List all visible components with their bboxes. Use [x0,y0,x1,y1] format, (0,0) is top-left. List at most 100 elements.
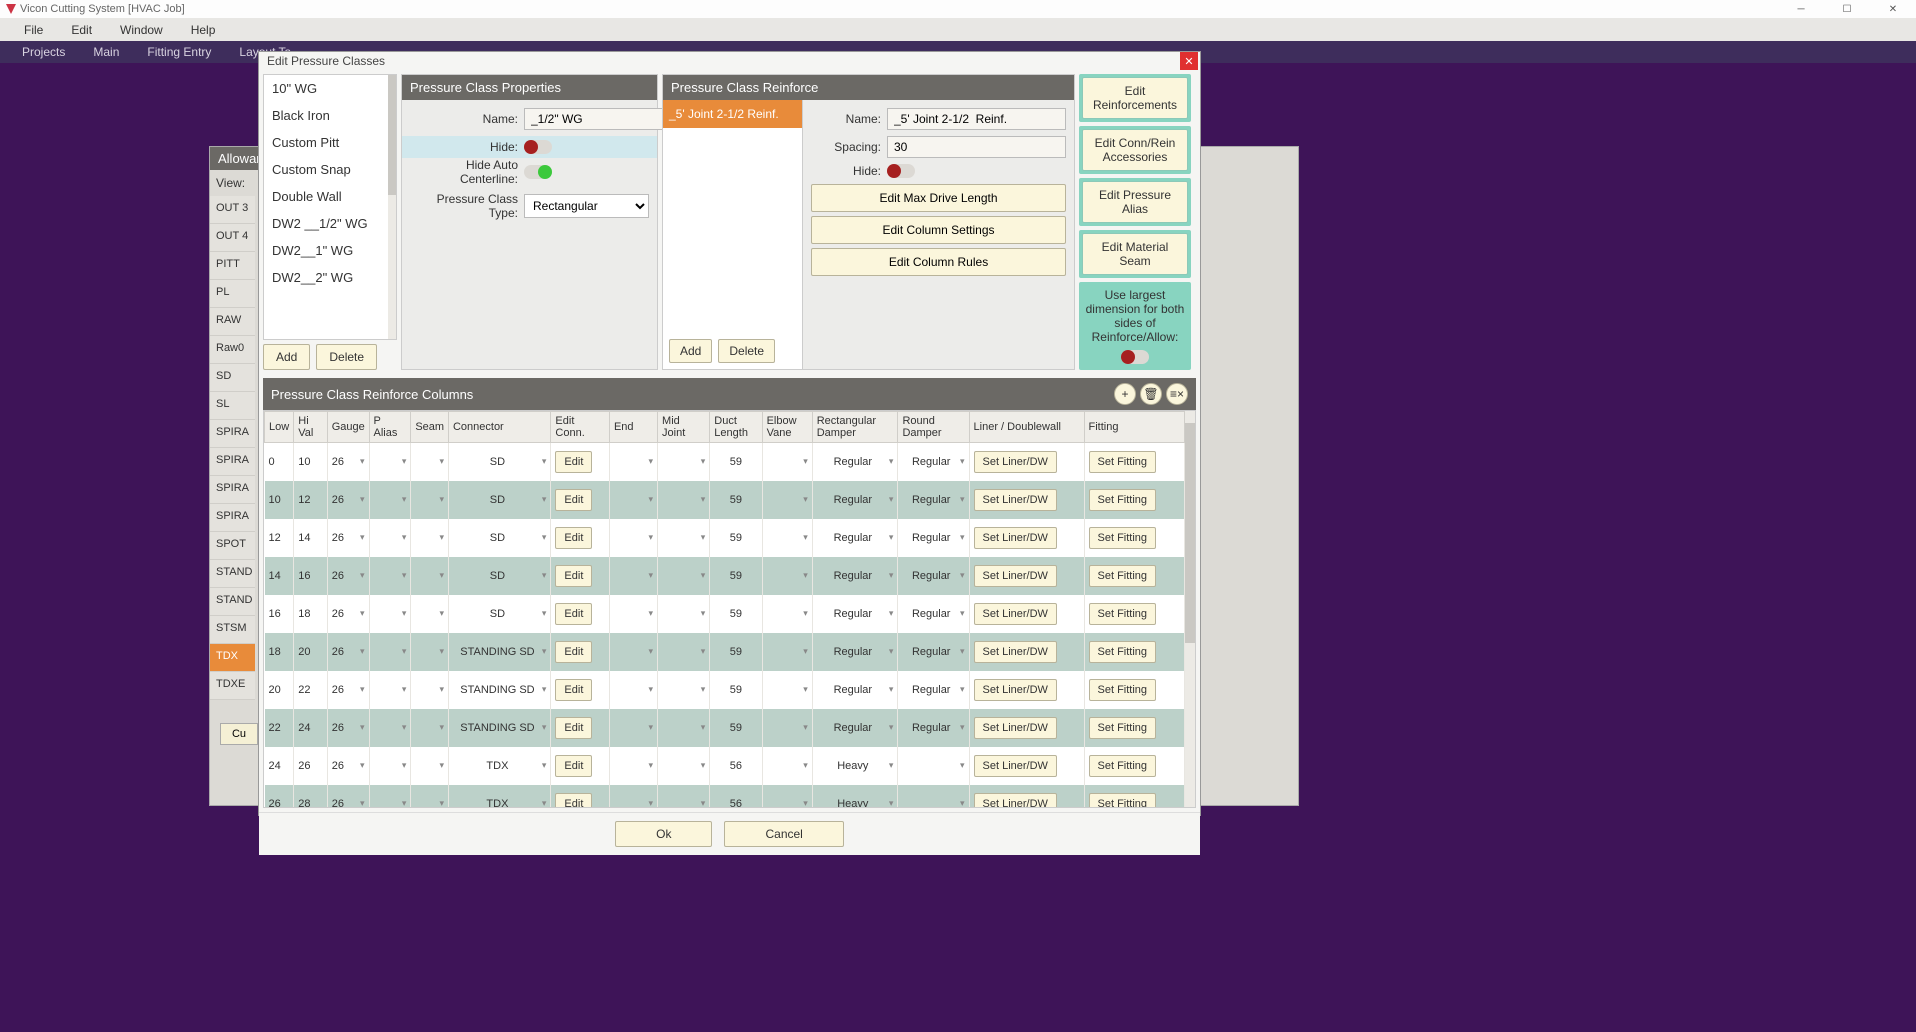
close-button[interactable]: ✕ [1870,0,1916,18]
chevron-down-icon[interactable]: ▾ [649,760,654,771]
bg-list-item[interactable]: STSM [210,616,255,644]
chevron-down-icon[interactable]: ▾ [701,608,706,619]
tab-fitting-entry[interactable]: Fitting Entry [133,45,225,59]
set-fitting-button[interactable]: Set Fitting [1089,717,1157,739]
chevron-down-icon[interactable]: ▾ [402,608,407,619]
chevron-down-icon[interactable]: ▾ [649,570,654,581]
close-icon[interactable]: ✕ [1180,52,1198,70]
bg-list-item[interactable]: SPOT [210,532,255,560]
chevron-down-icon[interactable]: ▾ [439,532,444,543]
chevron-down-icon[interactable]: ▾ [542,646,547,657]
bg-list-item[interactable]: PITT [210,252,255,280]
chevron-down-icon[interactable]: ▾ [360,646,365,657]
chevron-down-icon[interactable]: ▾ [439,722,444,733]
col-palias[interactable]: P Alias [369,412,411,443]
table-row[interactable]: 121426▾▾▾SD▾Edit▾▾59▾Regular▾Regular▾Set… [265,519,1185,557]
list-item[interactable]: DW2 __1/2" WG [264,210,396,237]
chevron-down-icon[interactable]: ▾ [542,532,547,543]
chevron-down-icon[interactable]: ▾ [803,570,808,581]
bg-list-item[interactable]: SL [210,392,255,420]
chevron-down-icon[interactable]: ▾ [402,684,407,695]
maximize-button[interactable]: ☐ [1824,0,1870,18]
col-elbowvane[interactable]: Elbow Vane [762,412,812,443]
chevron-down-icon[interactable]: ▾ [803,684,808,695]
chevron-down-icon[interactable]: ▾ [360,456,365,467]
chevron-down-icon[interactable]: ▾ [803,798,808,808]
bg-list-item[interactable]: OUT 3 [210,196,255,224]
edit-conn-button[interactable]: Edit [555,679,592,701]
edit-conn-button[interactable]: Edit [555,489,592,511]
chevron-down-icon[interactable]: ▾ [803,760,808,771]
set-liner-button[interactable]: Set Liner/DW [974,527,1057,549]
chevron-down-icon[interactable]: ▾ [542,760,547,771]
chevron-down-icon[interactable]: ▾ [439,684,444,695]
edit-conn-button[interactable]: Edit [555,451,592,473]
chevron-down-icon[interactable]: ▾ [439,570,444,581]
chevron-down-icon[interactable]: ▾ [402,722,407,733]
chevron-down-icon[interactable]: ▾ [542,722,547,733]
edit-conn-button[interactable]: Edit [555,717,592,739]
type-select[interactable]: Rectangular [524,194,649,218]
chevron-down-icon[interactable]: ▾ [402,456,407,467]
chevron-down-icon[interactable]: ▾ [803,456,808,467]
chevron-down-icon[interactable]: ▾ [402,570,407,581]
table-row[interactable]: 161826▾▾▾SD▾Edit▾▾59▾Regular▾Regular▾Set… [265,595,1185,633]
list-item[interactable]: Black Iron [264,102,396,129]
hide-toggle[interactable] [524,140,552,154]
chevron-down-icon[interactable]: ▾ [701,722,706,733]
chevron-down-icon[interactable]: ▾ [439,760,444,771]
chevron-down-icon[interactable]: ▾ [649,456,654,467]
bg-list-item[interactable]: SD [210,364,255,392]
chevron-down-icon[interactable]: ▾ [960,532,965,543]
col-midjoint[interactable]: Mid Joint [658,412,710,443]
col-seam[interactable]: Seam [411,412,449,443]
table-row[interactable]: 202226▾▾▾STANDING SD▾Edit▾▾59▾Regular▾Re… [265,671,1185,709]
set-fitting-button[interactable]: Set Fitting [1089,565,1157,587]
chevron-down-icon[interactable]: ▾ [889,798,894,809]
chevron-down-icon[interactable]: ▾ [701,532,706,543]
chevron-down-icon[interactable]: ▾ [889,456,894,467]
chevron-down-icon[interactable]: ▾ [701,494,706,505]
reinf-name-field[interactable] [887,108,1066,130]
scrollbar-thumb[interactable] [388,75,396,195]
chevron-down-icon[interactable]: ▾ [542,798,547,809]
chevron-down-icon[interactable]: ▾ [701,798,706,808]
set-fitting-button[interactable]: Set Fitting [1089,451,1157,473]
edit-column-settings-button[interactable]: Edit Column Settings [811,216,1066,244]
set-liner-button[interactable]: Set Liner/DW [974,755,1057,777]
table-row[interactable]: 222426▾▾▾STANDING SD▾Edit▾▾59▾Regular▾Re… [265,709,1185,747]
edit-conn-button[interactable]: Edit [555,793,592,809]
chevron-down-icon[interactable]: ▾ [701,456,706,467]
chevron-down-icon[interactable]: ▾ [701,760,706,771]
bg-list-item[interactable]: SPIRA [210,476,255,504]
chevron-down-icon[interactable]: ▾ [889,722,894,733]
chevron-down-icon[interactable]: ▾ [649,532,654,543]
set-liner-button[interactable]: Set Liner/DW [974,489,1057,511]
edit-pressure-alias-button[interactable]: Edit Pressure Alias [1082,181,1188,223]
add-row-button[interactable]: + [1114,383,1136,405]
chevron-down-icon[interactable]: ▾ [649,494,654,505]
chevron-down-icon[interactable]: ▾ [960,646,965,657]
chevron-down-icon[interactable]: ▾ [439,456,444,467]
chevron-down-icon[interactable]: ▾ [803,646,808,657]
set-fitting-button[interactable]: Set Fitting [1089,793,1157,809]
chevron-down-icon[interactable]: ▾ [889,608,894,619]
col-end[interactable]: End [609,412,657,443]
chevron-down-icon[interactable]: ▾ [649,798,654,808]
chevron-down-icon[interactable]: ▾ [701,570,706,581]
spacing-field[interactable] [887,136,1066,158]
col-hi[interactable]: Hi Val [294,412,327,443]
bg-list-item[interactable]: SPIRA [210,448,255,476]
cut-button[interactable]: Cu [220,723,258,745]
reinforce-add-button[interactable]: Add [669,339,712,363]
bg-list-item[interactable]: SPIRA [210,420,255,448]
chevron-down-icon[interactable]: ▾ [360,532,365,543]
col-rounddamper[interactable]: Round Damper [898,412,969,443]
chevron-down-icon[interactable]: ▾ [402,798,407,808]
chevron-down-icon[interactable]: ▾ [960,456,965,467]
set-liner-button[interactable]: Set Liner/DW [974,451,1057,473]
set-fitting-button[interactable]: Set Fitting [1089,603,1157,625]
chevron-down-icon[interactable]: ▾ [889,570,894,581]
list-item[interactable]: DW2__2" WG [264,264,396,291]
chevron-down-icon[interactable]: ▾ [542,494,547,505]
